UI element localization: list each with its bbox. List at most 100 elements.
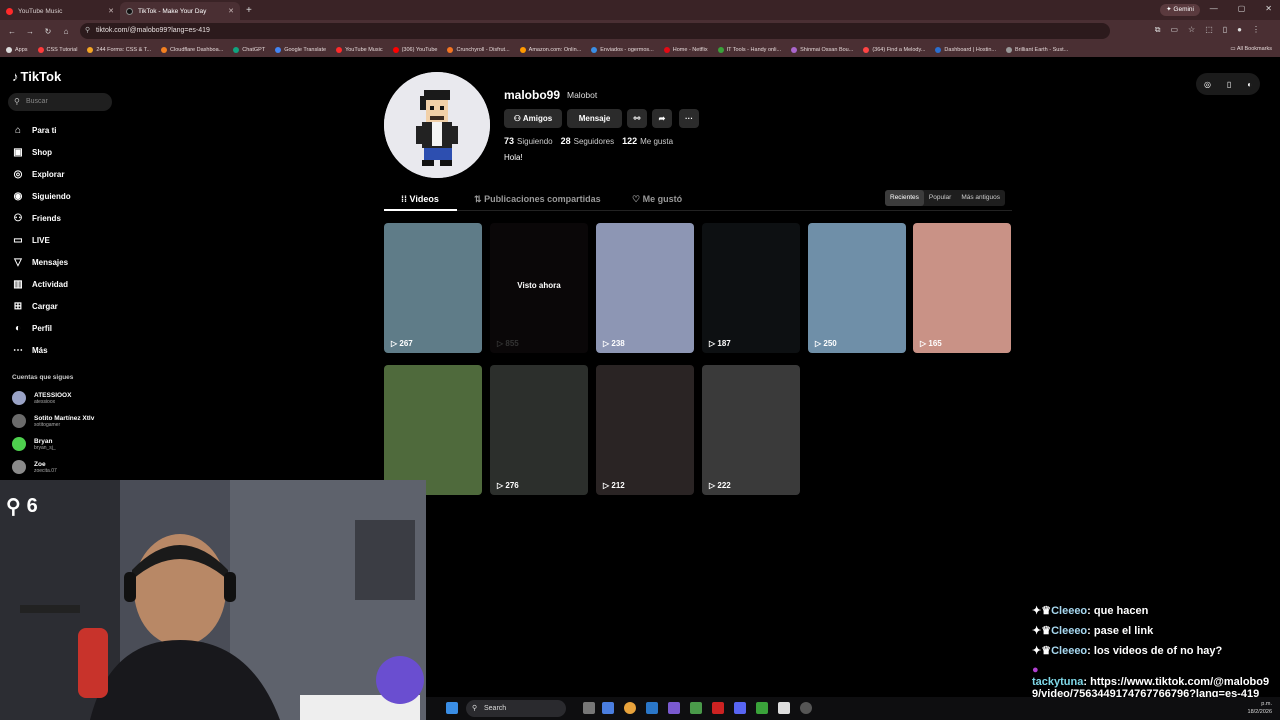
sidebar-item-cargar[interactable]: ⊞ Cargar: [0, 295, 120, 317]
new-tab-button[interactable]: +: [246, 5, 252, 16]
following-stat[interactable]: 73 Siguiendo: [504, 136, 553, 146]
discord-icon[interactable]: [734, 702, 746, 714]
bookmark-item[interactable]: Brilliant Earth - Sust...: [1006, 46, 1068, 53]
video-card[interactable]: ▷ 165: [913, 223, 1011, 353]
sidepanel-icon[interactable]: ▯: [1223, 25, 1227, 35]
profile-avatar-icon[interactable]: ●: [1237, 25, 1242, 35]
translate-icon[interactable]: ⧉: [1155, 25, 1161, 35]
widgets-icon[interactable]: [602, 702, 614, 714]
minecraft-icon[interactable]: [756, 702, 768, 714]
bookmark-item[interactable]: ChatGPT: [233, 46, 265, 53]
followed-account[interactable]: Zoe zoecita.07: [12, 460, 57, 474]
user-avatar-icon[interactable]: ◐: [1247, 80, 1252, 89]
tab-videos[interactable]: ⁞⁞ Videos: [401, 194, 439, 204]
bookmark-item[interactable]: Apps: [6, 46, 28, 53]
app-red-icon[interactable]: [712, 702, 724, 714]
add-friend-button[interactable]: ⚯: [627, 109, 647, 128]
bookmark-item[interactable]: Dashboard | Hostin...: [935, 46, 996, 53]
close-tab-icon[interactable]: ✕: [108, 7, 114, 15]
sidebar-item-mensajes[interactable]: ▽ Mensajes: [0, 251, 120, 273]
device-icon[interactable]: ▯: [1227, 80, 1231, 89]
chrome-icon[interactable]: [624, 702, 636, 714]
bookmark-item[interactable]: Home - Netflix: [663, 46, 708, 53]
bookmark-item[interactable]: Crunchyroll - Disfrut...: [447, 46, 510, 53]
bookmark-item[interactable]: (306) YouTube: [392, 46, 437, 53]
message-button[interactable]: Mensaje: [567, 109, 622, 128]
more-options-button[interactable]: ···: [679, 109, 699, 128]
close-window-icon[interactable]: ✕: [1265, 4, 1272, 13]
reload-icon[interactable]: ↻: [42, 27, 54, 36]
sidebar-item-más[interactable]: ⋯ Más: [0, 339, 120, 361]
gemini-button[interactable]: ✦ Gemini: [1160, 4, 1200, 16]
view-count-value: 250: [823, 339, 837, 348]
share-button[interactable]: ➦: [652, 109, 672, 128]
heart-icon: ♡: [632, 194, 641, 204]
bookmark-item[interactable]: Cloudflare Dashboa...: [161, 46, 223, 53]
obs-icon[interactable]: [800, 702, 812, 714]
capcut-icon[interactable]: [778, 702, 790, 714]
followed-account[interactable]: Bryan bryan_sj_: [12, 437, 56, 451]
profile-avatar[interactable]: [384, 72, 490, 178]
sidebar-item-perfil[interactable]: ◐ Perfil: [0, 317, 120, 339]
tab-liked[interactable]: ♡ Me gustó: [632, 194, 682, 205]
bookmark-item[interactable]: YouTube Music: [336, 46, 383, 53]
video-card[interactable]: ▷ 250: [808, 223, 906, 353]
compass-icon[interactable]: ◎: [1204, 80, 1211, 89]
bookmark-item[interactable]: (364) Find a Melody...: [863, 46, 925, 53]
video-card[interactable]: Visto ahora ▷ 855: [490, 223, 588, 353]
followed-account[interactable]: Sotito Martínez Xtlv sotitogamer: [12, 414, 94, 428]
taskbar-clock[interactable]: p.m. 18/2/2026: [1248, 700, 1272, 716]
bookmark-item[interactable]: IT Tools - Handy onli...: [717, 46, 781, 53]
sidebar-item-explorar[interactable]: ◎ Explorar: [0, 163, 120, 185]
tab-youtube-music[interactable]: YouTube Music ✕: [0, 2, 120, 20]
task-view-icon[interactable]: [583, 702, 595, 714]
video-card[interactable]: ▷ 187: [702, 223, 800, 353]
close-tab-icon[interactable]: ✕: [228, 7, 234, 15]
sidebar-item-actividad[interactable]: ▥ Actividad: [0, 273, 120, 295]
minimize-icon[interactable]: —: [1210, 4, 1218, 13]
cast-icon[interactable]: ▭: [1170, 25, 1178, 35]
bookmark-item[interactable]: Shinmai Ossan Bou...: [791, 46, 853, 53]
bookmark-item[interactable]: 244 Forms: CSS & T...: [87, 46, 151, 53]
video-card[interactable]: ▷ 276: [490, 365, 588, 495]
taskbar-search[interactable]: ⚲ Search: [466, 700, 566, 717]
vscode-icon[interactable]: [646, 702, 658, 714]
forward-icon[interactable]: →: [24, 27, 36, 36]
search-input[interactable]: ⚲ Buscar: [8, 93, 112, 111]
start-icon[interactable]: [446, 702, 458, 714]
menu-kebab-icon[interactable]: ⋮: [1252, 25, 1260, 35]
sidebar-item-siguiendo[interactable]: ◉ Siguiendo: [0, 185, 120, 207]
git-icon[interactable]: [690, 702, 702, 714]
sidebar-item-live[interactable]: ▭ LIVE: [0, 229, 120, 251]
extensions-icon[interactable]: ⬚: [1205, 25, 1213, 35]
bookmark-star-icon[interactable]: ☆: [1188, 25, 1195, 35]
maximize-icon[interactable]: ▢: [1238, 4, 1246, 13]
site-info-icon[interactable]: ⚲: [85, 23, 90, 39]
sidebar-item-shop[interactable]: ▣ Shop: [0, 141, 120, 163]
app-icon[interactable]: [668, 702, 680, 714]
bookmark-item[interactable]: Enviados - ogermos...: [591, 46, 654, 53]
url-input[interactable]: ⚲ tiktok.com/@malobo99?lang=es-419: [80, 23, 1110, 39]
video-card[interactable]: [384, 365, 482, 495]
tiktok-logo[interactable]: ♪ TikTok: [12, 69, 61, 84]
tab-reposts[interactable]: ⇅ Publicaciones compartidas: [474, 194, 601, 205]
all-bookmarks-button[interactable]: ▭ All Bookmarks: [1230, 46, 1272, 52]
video-card[interactable]: ▷ 212: [596, 365, 694, 495]
sort-popular[interactable]: Popular: [924, 190, 956, 206]
tab-tiktok[interactable]: TikTok - Make Your Day ✕: [120, 2, 240, 20]
bookmark-item[interactable]: Google Translate: [275, 46, 326, 53]
sidebar-item-para-ti[interactable]: ⌂ Para ti: [0, 119, 120, 141]
video-card[interactable]: ▷ 238: [596, 223, 694, 353]
back-icon[interactable]: ←: [6, 27, 18, 36]
friends-button[interactable]: ⚇ Amigos: [504, 109, 562, 128]
sort-recent[interactable]: Recientes: [885, 190, 924, 206]
home-browser-icon[interactable]: ⌂: [60, 27, 72, 36]
bookmark-item[interactable]: CSS Tutorial: [37, 46, 77, 53]
followers-stat[interactable]: 28 Seguidores: [561, 136, 615, 146]
bookmark-item[interactable]: Amazon.com: Onlin...: [519, 46, 581, 53]
video-card[interactable]: ▷ 267: [384, 223, 482, 353]
video-card[interactable]: ▷ 222: [702, 365, 800, 495]
sidebar-item-friends[interactable]: ⚇ Friends: [0, 207, 120, 229]
sort-oldest[interactable]: Más antiguos: [956, 190, 1005, 206]
followed-account[interactable]: ATESSIOOX atessioox: [12, 391, 71, 405]
